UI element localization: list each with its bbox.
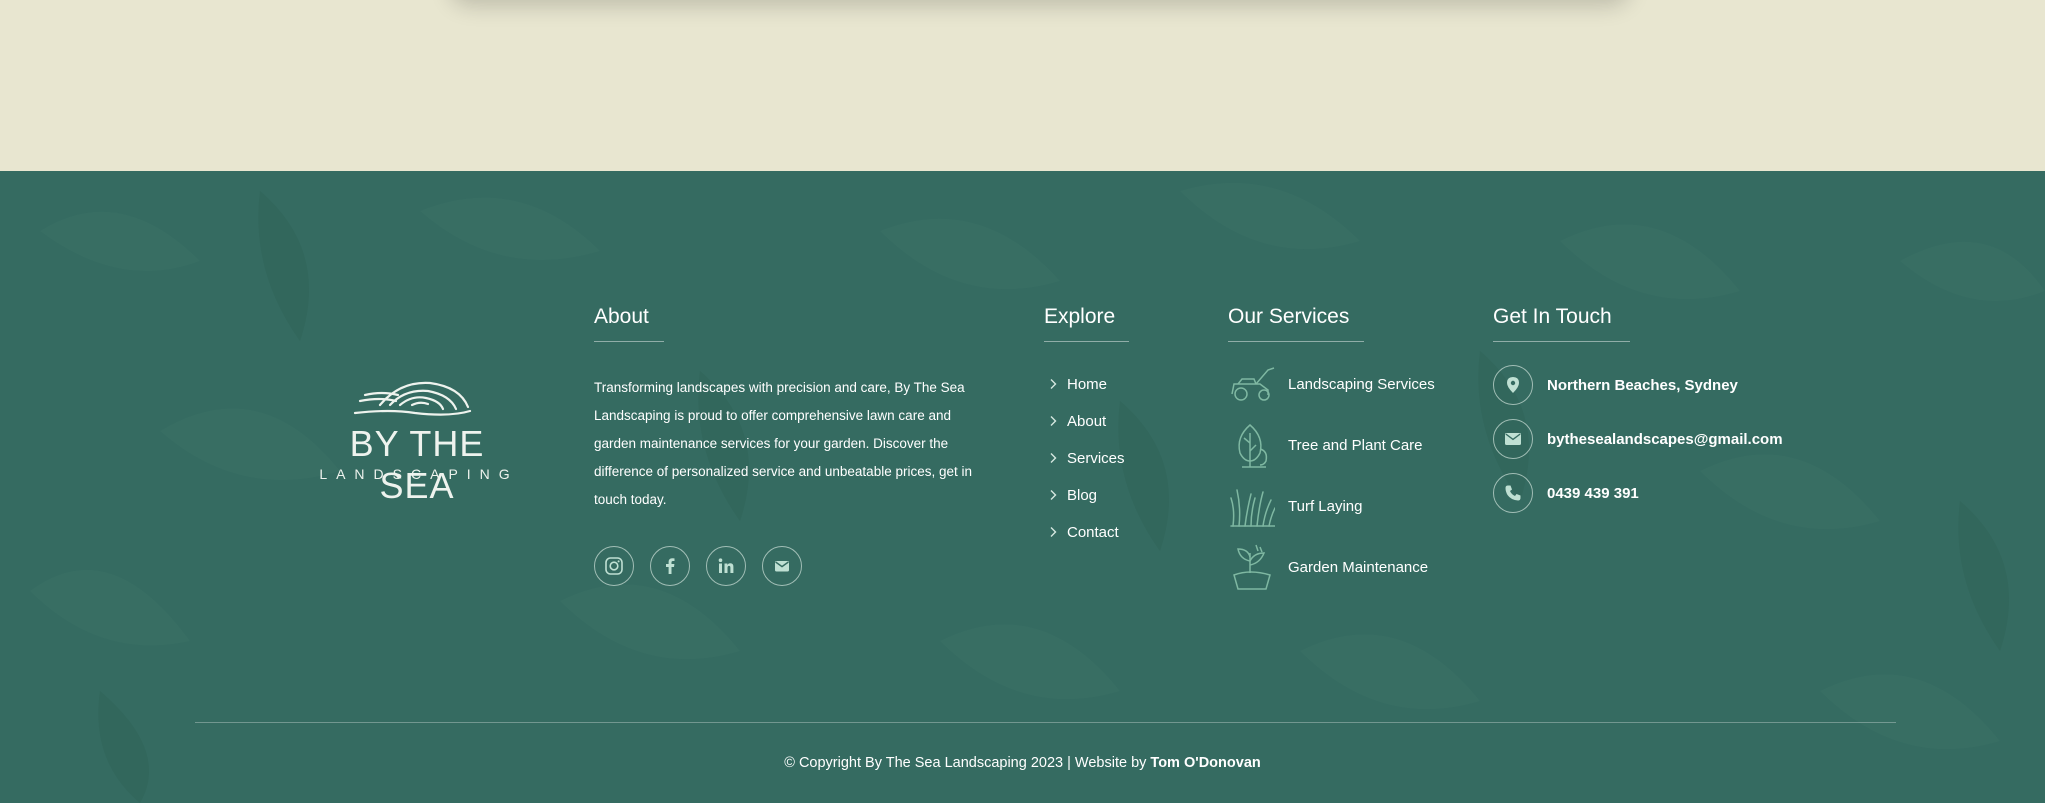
nav-link-home[interactable]: Home (1044, 372, 1107, 396)
service-label: Tree and Plant Care (1288, 436, 1423, 454)
tree-icon (1228, 420, 1276, 470)
linkedin-icon (718, 558, 734, 573)
nav-label: Services (1067, 449, 1125, 467)
email-link[interactable] (762, 546, 802, 586)
phone-icon (1493, 473, 1533, 513)
nav-link-services[interactable]: Services (1044, 446, 1125, 470)
nav-link-about[interactable]: About (1044, 409, 1106, 433)
service-label: Turf Laying (1288, 497, 1363, 515)
service-garden-maintenance[interactable]: Garden Maintenance (1228, 542, 1428, 592)
copyright-label: © Copyright By The Sea Landscaping 2023 … (784, 755, 1151, 771)
copyright-text: © Copyright By The Sea Landscaping 2023 … (0, 755, 2045, 771)
email-icon (1493, 419, 1533, 459)
footer-divider (195, 722, 1896, 723)
chevron-right-icon (1044, 449, 1062, 467)
email-icon (775, 561, 789, 572)
chevron-right-icon (1044, 375, 1062, 393)
nav-label: Contact (1067, 523, 1119, 541)
contact-phone-link[interactable]: 0439 439 391 (1493, 473, 1639, 513)
chevron-right-icon (1044, 523, 1062, 541)
lawn-mower-icon (1228, 359, 1276, 409)
about-heading-underline (594, 341, 664, 342)
instagram-link[interactable] (594, 546, 634, 586)
contact-phone-label: 0439 439 391 (1547, 484, 1639, 502)
location-pin-icon (1493, 365, 1533, 405)
service-label: Garden Maintenance (1288, 558, 1429, 576)
services-heading-underline (1228, 341, 1364, 342)
services-heading: Our Services (1228, 305, 1350, 328)
service-landscaping[interactable]: Landscaping Services (1228, 359, 1435, 409)
linkedin-link[interactable] (706, 546, 746, 586)
service-tree-plant-care[interactable]: Tree and Plant Care (1228, 420, 1423, 470)
nav-label: Blog (1067, 486, 1098, 504)
contact-heading-underline (1493, 341, 1630, 342)
website-author-link[interactable]: Tom O'Donovan (1150, 755, 1260, 771)
contact-email-label: bythesealandscapes@gmail.com (1547, 430, 1783, 448)
nav-link-contact[interactable]: Contact (1044, 520, 1119, 544)
explore-heading-underline (1044, 341, 1129, 342)
plant-pot-icon (1228, 542, 1276, 592)
chevron-right-icon (1044, 412, 1062, 430)
facebook-icon (666, 558, 675, 574)
logo-title: BY THE SEA (349, 423, 485, 506)
nav-label: About (1067, 412, 1107, 430)
nav-label: Home (1067, 375, 1108, 393)
chevron-right-icon (1044, 486, 1062, 504)
facebook-link[interactable] (650, 546, 690, 586)
grass-icon (1228, 481, 1276, 531)
about-description: Transforming landscapes with precision a… (594, 380, 972, 507)
page-content-band (0, 0, 2045, 171)
explore-heading: Explore (1044, 305, 1116, 328)
contact-email-link[interactable]: bythesealandscapes@gmail.com (1493, 419, 1783, 459)
wave-logo-icon (353, 381, 472, 416)
contact-location: Northern Beaches, Sydney (1493, 365, 1738, 405)
about-heading: About (594, 305, 649, 328)
service-label: Landscaping Services (1288, 375, 1435, 393)
site-footer: BY THE SEA LANDSCAPING About Transformin… (0, 171, 2045, 803)
service-turf-laying[interactable]: Turf Laying (1228, 481, 1362, 531)
logo-subtitle: LANDSCAPING (319, 466, 519, 482)
instagram-icon (605, 557, 623, 575)
footer-logo[interactable]: BY THE SEA LANDSCAPING (300, 361, 530, 506)
contact-location-label: Northern Beaches, Sydney (1547, 376, 1738, 394)
nav-link-blog[interactable]: Blog (1044, 483, 1097, 507)
contact-heading: Get In Touch (1493, 305, 1612, 328)
